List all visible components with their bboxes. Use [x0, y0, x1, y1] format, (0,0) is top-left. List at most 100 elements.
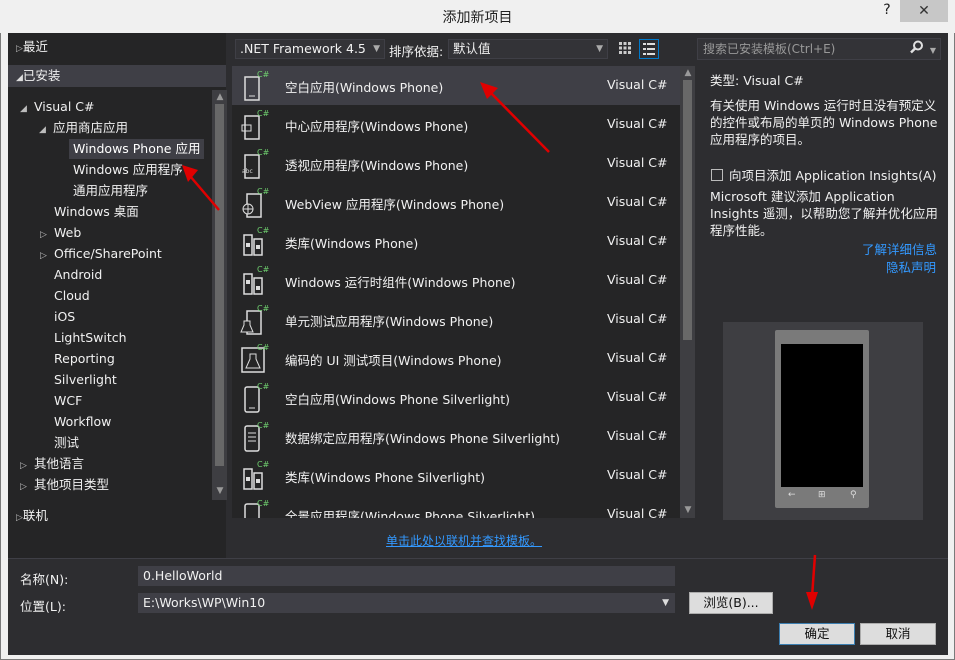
template-row[interactable]: C# 编码的 UI 测试项目(Windows Phone) Visual C#: [232, 339, 681, 378]
tree-item-windows-phone-apps[interactable]: Windows Phone 应用: [69, 139, 205, 159]
location-input[interactable]: E:\Works\WP\Win10 ▼: [138, 593, 675, 613]
template-name: 单元测试应用程序(Windows Phone): [285, 314, 494, 329]
tree-scroll-thumb[interactable]: [215, 104, 224, 466]
list-view-button[interactable]: [639, 39, 659, 59]
tree-item-universal-apps[interactable]: 通用应用程序: [73, 181, 148, 201]
expand-arrow-icon[interactable]: ▷: [40, 225, 54, 245]
scroll-down-arrow-icon[interactable]: ▼: [680, 505, 696, 515]
chevron-down-icon: ▼: [373, 44, 380, 54]
name-value: 0.HelloWorld: [143, 568, 223, 583]
tree-item-reporting[interactable]: Reporting: [54, 349, 115, 369]
tree-item-ios[interactable]: iOS: [54, 307, 75, 327]
template-row[interactable]: C# WebView 应用程序(Windows Phone) Visual C#: [232, 183, 681, 222]
close-button[interactable]: ✕: [900, 0, 948, 22]
template-language: Visual C#: [607, 311, 668, 326]
chevron-down-icon[interactable]: ▼: [662, 594, 669, 612]
privacy-statement-link[interactable]: 隐私声明: [886, 257, 936, 276]
tree-item-visual-csharp[interactable]: ◢ Visual C#: [20, 97, 95, 117]
scroll-down-arrow-icon[interactable]: ▼: [212, 486, 228, 496]
help-button[interactable]: ?: [876, 2, 898, 22]
template-language: Visual C#: [607, 467, 668, 482]
hub-app-icon: C#: [241, 109, 270, 140]
grid-view-icon: [619, 42, 631, 54]
tree-item-other-project-types[interactable]: ▷ 其他项目类型: [20, 475, 109, 495]
browse-button[interactable]: 浏览(B)...: [689, 592, 773, 614]
tree-item-wcf[interactable]: WCF: [54, 391, 82, 411]
tree-online[interactable]: ▷联机: [8, 505, 226, 527]
template-row[interactable]: C# 类库(Windows Phone) Visual C#: [232, 222, 681, 261]
name-input[interactable]: 0.HelloWorld: [138, 566, 675, 586]
tree-item-label: 其他语言: [34, 456, 85, 471]
learn-more-link[interactable]: 了解详细信息: [862, 239, 937, 258]
template-row[interactable]: C# 类库(Windows Phone Silverlight) Visual …: [232, 456, 681, 495]
framework-select[interactable]: .NET Framework 4.5 ▼: [235, 39, 385, 59]
tree-item-lightswitch[interactable]: LightSwitch: [54, 328, 127, 348]
template-row[interactable]: C# 空白应用(Windows Phone) Visual C#: [232, 66, 681, 105]
phone-screen: [781, 344, 863, 487]
expand-arrow-icon[interactable]: ▷: [16, 44, 23, 54]
tree-installed[interactable]: ◢已安装: [8, 65, 226, 87]
template-name: 编码的 UI 测试项目(Windows Phone): [285, 353, 502, 368]
svg-text:C#: C#: [257, 148, 270, 157]
template-row[interactable]: C# 中心应用程序(Windows Phone) Visual C#: [232, 105, 681, 144]
expand-arrow-icon[interactable]: ▷: [20, 456, 34, 476]
class-library-icon: C#: [243, 226, 270, 256]
tree-item-office-sharepoint[interactable]: ▷ Office/SharePoint: [40, 244, 162, 264]
tree-item-android[interactable]: Android: [54, 265, 102, 285]
tree-item-workflow[interactable]: Workflow: [54, 412, 111, 432]
insights-checkbox[interactable]: [711, 169, 723, 181]
tree-item-windows-desktop[interactable]: Windows 桌面: [54, 202, 139, 222]
tree-item-store-apps[interactable]: ◢ 应用商店应用: [39, 118, 128, 138]
tree-item-silverlight[interactable]: Silverlight: [54, 370, 117, 390]
grid-view-button[interactable]: [615, 39, 635, 59]
sort-select[interactable]: 默认值 ▼: [448, 39, 608, 59]
tree-item-web[interactable]: ▷ Web: [40, 223, 81, 243]
insights-description-line: Microsoft 建议添加 Application: [710, 189, 895, 204]
template-name: Windows 运行时组件(Windows Phone): [285, 275, 516, 290]
template-language: Visual C#: [607, 233, 668, 248]
svg-text:C#: C#: [257, 421, 270, 430]
collapse-arrow-icon[interactable]: ◢: [16, 73, 23, 83]
tree-item-label: Office/SharePoint: [54, 246, 162, 261]
template-row[interactable]: C# 数据绑定应用程序(Windows Phone Silverlight) V…: [232, 417, 681, 456]
coded-ui-test-icon: C#: [241, 343, 270, 373]
template-row[interactable]: C# 单元测试应用程序(Windows Phone) Visual C#: [232, 300, 681, 339]
template-language: Visual C#: [607, 77, 668, 92]
tree-item-windows-apps[interactable]: Windows 应用程序: [73, 160, 183, 180]
template-name: 透视应用程序(Windows Phone): [285, 158, 469, 173]
svg-text:C#: C#: [257, 265, 270, 274]
search-input[interactable]: 搜索已安装模板(Ctrl+E) ▼: [697, 38, 941, 60]
windows-logo-icon: ⊞: [818, 490, 826, 500]
databound-app-icon: C#: [244, 421, 270, 452]
search-icon[interactable]: [910, 40, 924, 60]
tree-item-test[interactable]: 测试: [54, 433, 79, 453]
tree-item-label: Reporting: [54, 351, 115, 366]
template-scroll-thumb[interactable]: [683, 80, 692, 340]
scroll-up-arrow-icon[interactable]: ▲: [680, 68, 696, 78]
template-row[interactable]: C# 空白应用(Windows Phone Silverlight) Visua…: [232, 378, 681, 417]
framework-value: .NET Framework 4.5: [240, 41, 366, 56]
template-row[interactable]: abc C# 透视应用程序(Windows Phone) Visual C#: [232, 144, 681, 183]
collapse-arrow-icon[interactable]: ◢: [39, 120, 53, 140]
expand-arrow-icon[interactable]: ▷: [20, 477, 34, 497]
svg-text:C#: C#: [257, 460, 270, 469]
expand-arrow-icon[interactable]: ▷: [16, 513, 23, 523]
chevron-down-icon[interactable]: ▼: [930, 41, 936, 61]
tree-item-label: 应用商店应用: [53, 120, 129, 135]
location-value: E:\Works\WP\Win10: [143, 595, 266, 610]
ok-button[interactable]: 确定: [779, 623, 855, 645]
tree-item-label: Windows 桌面: [54, 204, 139, 219]
template-row[interactable]: C# 全景应用程序(Windows Phone Silverlight) Vis…: [232, 495, 681, 518]
online-templates-link[interactable]: 单击此处以联机并查找模板。: [386, 532, 542, 549]
scroll-up-arrow-icon[interactable]: ▲: [212, 92, 228, 102]
cancel-button[interactable]: 取消: [860, 623, 936, 645]
template-name: WebView 应用程序(Windows Phone): [285, 197, 505, 212]
expand-arrow-icon[interactable]: ▷: [40, 246, 54, 266]
svg-text:abc: abc: [242, 168, 253, 175]
template-row[interactable]: C# Windows 运行时组件(Windows Phone) Visual C…: [232, 261, 681, 300]
tree-item-cloud[interactable]: Cloud: [54, 286, 90, 306]
tree-item-other-languages[interactable]: ▷ 其他语言: [20, 454, 84, 474]
tree-recent[interactable]: ▷最近: [8, 36, 226, 58]
insights-checkbox-label[interactable]: 向项目添加 Application Insights(A): [729, 167, 936, 184]
collapse-arrow-icon[interactable]: ◢: [20, 99, 34, 119]
